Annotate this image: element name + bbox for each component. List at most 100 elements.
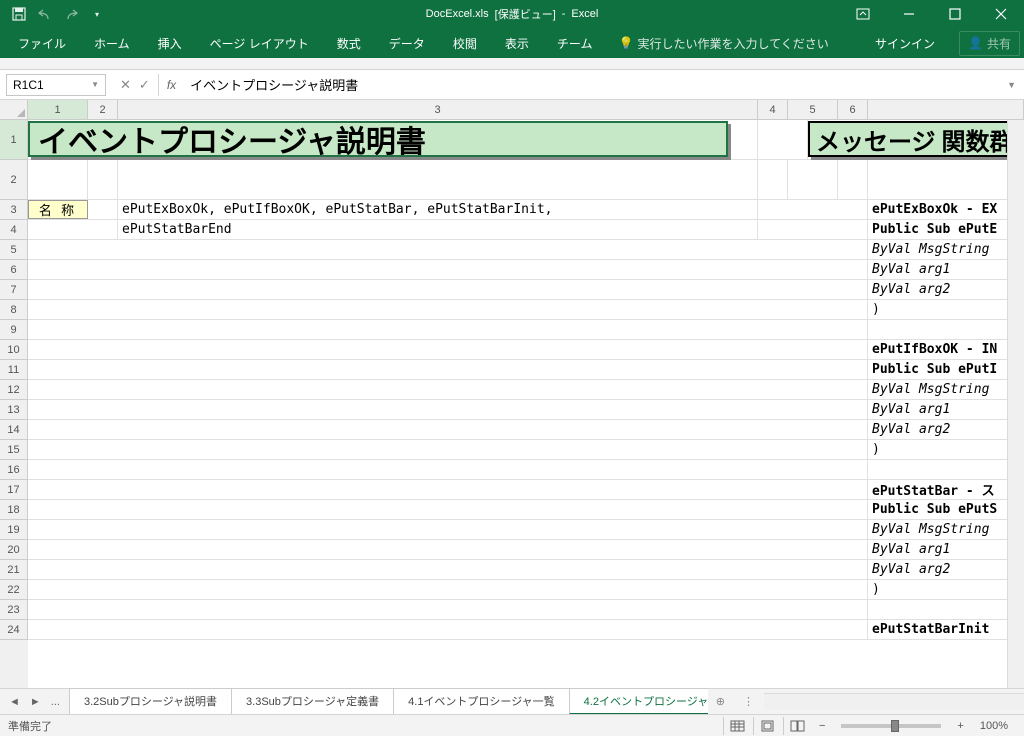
cell[interactable] bbox=[838, 160, 868, 199]
col-header[interactable]: 4 bbox=[758, 100, 788, 120]
cell[interactable] bbox=[28, 260, 868, 279]
sheet-tab[interactable]: 3.3Subプロシージャ定義書 bbox=[231, 688, 394, 715]
cell[interactable] bbox=[28, 560, 868, 579]
cell[interactable] bbox=[28, 540, 868, 559]
row-header[interactable]: 7 bbox=[0, 280, 28, 300]
cell[interactable]: ByVal MsgString bbox=[868, 240, 1024, 259]
cell[interactable] bbox=[118, 160, 758, 199]
cell[interactable] bbox=[758, 200, 868, 219]
row-header[interactable]: 12 bbox=[0, 380, 28, 400]
row-header[interactable]: 24 bbox=[0, 620, 28, 640]
side-title[interactable]: メッセージ 関数群 bbox=[808, 121, 1024, 157]
row-header[interactable]: 20 bbox=[0, 540, 28, 560]
col-header[interactable]: 1 bbox=[28, 100, 88, 120]
tab-view[interactable]: 表示 bbox=[491, 28, 543, 58]
cell[interactable]: ByVal arg2 bbox=[868, 420, 1024, 439]
col-header[interactable]: 5 bbox=[788, 100, 838, 120]
redo-icon[interactable] bbox=[60, 3, 82, 25]
cell[interactable]: ByVal arg2 bbox=[868, 560, 1024, 579]
share-button[interactable]: 👤 共有 bbox=[959, 31, 1020, 56]
cells-area[interactable]: イベントプロシージャ説明書 メッセージ 関数群 名 称 ePutExBoxOk,… bbox=[28, 120, 1024, 688]
tell-me-search[interactable]: 💡 実行したい作業を入力してください bbox=[606, 35, 840, 52]
cell[interactable]: ByVal arg1 bbox=[868, 400, 1024, 419]
cell[interactable]: ByVal MsgString bbox=[868, 520, 1024, 539]
sheet-menu-icon[interactable]: ⋮ bbox=[733, 691, 764, 712]
cell[interactable] bbox=[28, 160, 88, 199]
cell[interactable] bbox=[728, 120, 758, 159]
formula-input[interactable] bbox=[184, 74, 999, 96]
cell[interactable] bbox=[758, 220, 868, 239]
tab-review[interactable]: 校閲 bbox=[439, 28, 491, 58]
cell[interactable] bbox=[28, 420, 868, 439]
enter-formula-icon[interactable]: ✓ bbox=[139, 77, 150, 93]
row-header[interactable]: 17 bbox=[0, 480, 28, 500]
cancel-formula-icon[interactable]: ✕ bbox=[120, 77, 131, 93]
cell[interactable] bbox=[28, 300, 868, 319]
col-header[interactable]: 2 bbox=[88, 100, 118, 120]
zoom-out-button[interactable]: − bbox=[813, 720, 831, 732]
row-header[interactable]: 14 bbox=[0, 420, 28, 440]
cell[interactable] bbox=[28, 280, 868, 299]
cell[interactable]: ByVal MsgString bbox=[868, 380, 1024, 399]
maximize-button[interactable] bbox=[932, 0, 978, 28]
row-header[interactable]: 16 bbox=[0, 460, 28, 480]
sheet-nav-prev-icon[interactable]: ► bbox=[27, 694, 44, 710]
col-header[interactable]: 3 bbox=[118, 100, 758, 120]
zoom-slider[interactable] bbox=[841, 724, 941, 728]
cell[interactable] bbox=[28, 600, 868, 619]
name-box[interactable]: R1C1 ▼ bbox=[6, 74, 106, 96]
row-header[interactable]: 8 bbox=[0, 300, 28, 320]
vertical-scrollbar[interactable] bbox=[1007, 120, 1024, 688]
cell[interactable]: Public Sub ePutS bbox=[868, 500, 1024, 519]
page-title[interactable]: イベントプロシージャ説明書 bbox=[28, 121, 728, 157]
page-break-view-icon[interactable] bbox=[783, 717, 811, 735]
horizontal-scrollbar[interactable] bbox=[764, 693, 1024, 710]
formula-expand-icon[interactable]: ▼ bbox=[999, 80, 1024, 90]
cell[interactable] bbox=[28, 520, 868, 539]
tab-page-layout[interactable]: ページ レイアウト bbox=[196, 28, 323, 58]
label-cell[interactable]: 名 称 bbox=[28, 200, 88, 219]
cell[interactable]: ) bbox=[868, 580, 1024, 599]
row-header[interactable]: 10 bbox=[0, 340, 28, 360]
cell[interactable]: ePutStatBarEnd bbox=[118, 220, 758, 239]
tab-formulas[interactable]: 数式 bbox=[323, 28, 375, 58]
cell[interactable] bbox=[88, 200, 118, 219]
row-header[interactable]: 11 bbox=[0, 360, 28, 380]
col-header[interactable] bbox=[868, 100, 1024, 120]
ribbon-options-button[interactable] bbox=[840, 0, 886, 28]
cell[interactable] bbox=[28, 400, 868, 419]
sheet-tab[interactable]: 4.1イベントプロシージャ一覧 bbox=[393, 688, 570, 715]
save-icon[interactable] bbox=[8, 3, 30, 25]
cell[interactable] bbox=[28, 340, 868, 359]
cell[interactable] bbox=[28, 480, 868, 499]
cell[interactable] bbox=[28, 500, 868, 519]
cell[interactable]: ByVal arg2 bbox=[868, 280, 1024, 299]
cell[interactable] bbox=[868, 460, 1024, 479]
cell[interactable]: ePutStatBarInit bbox=[868, 620, 1024, 639]
row-header[interactable]: 6 bbox=[0, 260, 28, 280]
normal-view-icon[interactable] bbox=[723, 717, 751, 735]
tab-data[interactable]: データ bbox=[375, 28, 439, 58]
sheet-tab[interactable]: 4.2イベントプロシージャ説明書 bbox=[569, 688, 708, 715]
cell[interactable] bbox=[868, 160, 1024, 199]
select-all-button[interactable] bbox=[0, 100, 28, 120]
tab-team[interactable]: チーム bbox=[543, 28, 607, 58]
cell[interactable] bbox=[28, 380, 868, 399]
cell[interactable]: ePutExBoxOk - EX bbox=[868, 200, 1024, 219]
col-header[interactable]: 6 bbox=[838, 100, 868, 120]
undo-icon[interactable] bbox=[34, 3, 56, 25]
page-layout-view-icon[interactable] bbox=[753, 717, 781, 735]
spreadsheet-grid[interactable]: 1 2 3 4 5 6 1 2 3 4 5 6 7 8 9 10 11 12 1… bbox=[0, 100, 1024, 688]
cell[interactable] bbox=[758, 120, 808, 159]
cell[interactable]: Public Sub ePutI bbox=[868, 360, 1024, 379]
cell[interactable] bbox=[28, 360, 868, 379]
cell[interactable] bbox=[28, 320, 868, 339]
cell[interactable] bbox=[28, 440, 868, 459]
row-header[interactable]: 18 bbox=[0, 500, 28, 520]
row-header[interactable]: 13 bbox=[0, 400, 28, 420]
cell[interactable]: ePutExBoxOk, ePutIfBoxOK, ePutStatBar, e… bbox=[118, 200, 758, 219]
cell[interactable] bbox=[28, 580, 868, 599]
cell[interactable]: ) bbox=[868, 440, 1024, 459]
cell[interactable]: Public Sub ePutE bbox=[868, 220, 1024, 239]
sheet-nav-more[interactable]: ... bbox=[48, 694, 63, 710]
